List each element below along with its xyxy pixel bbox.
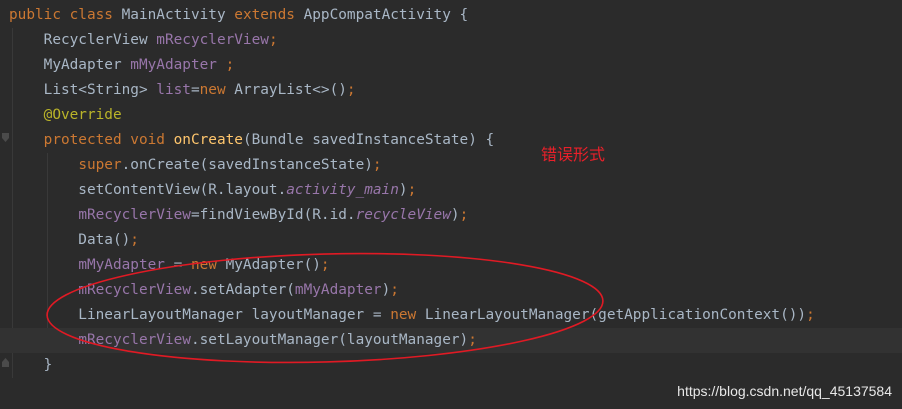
highlight-ellipse <box>46 252 604 364</box>
highlight-ellipse-shape <box>46 252 604 364</box>
watermark: https://blog.csdn.net/qq_45137584 <box>677 383 892 399</box>
annotation-note: 错误形式 <box>541 145 606 164</box>
code-editor[interactable]: public class MainActivity extends AppCom… <box>0 0 902 409</box>
